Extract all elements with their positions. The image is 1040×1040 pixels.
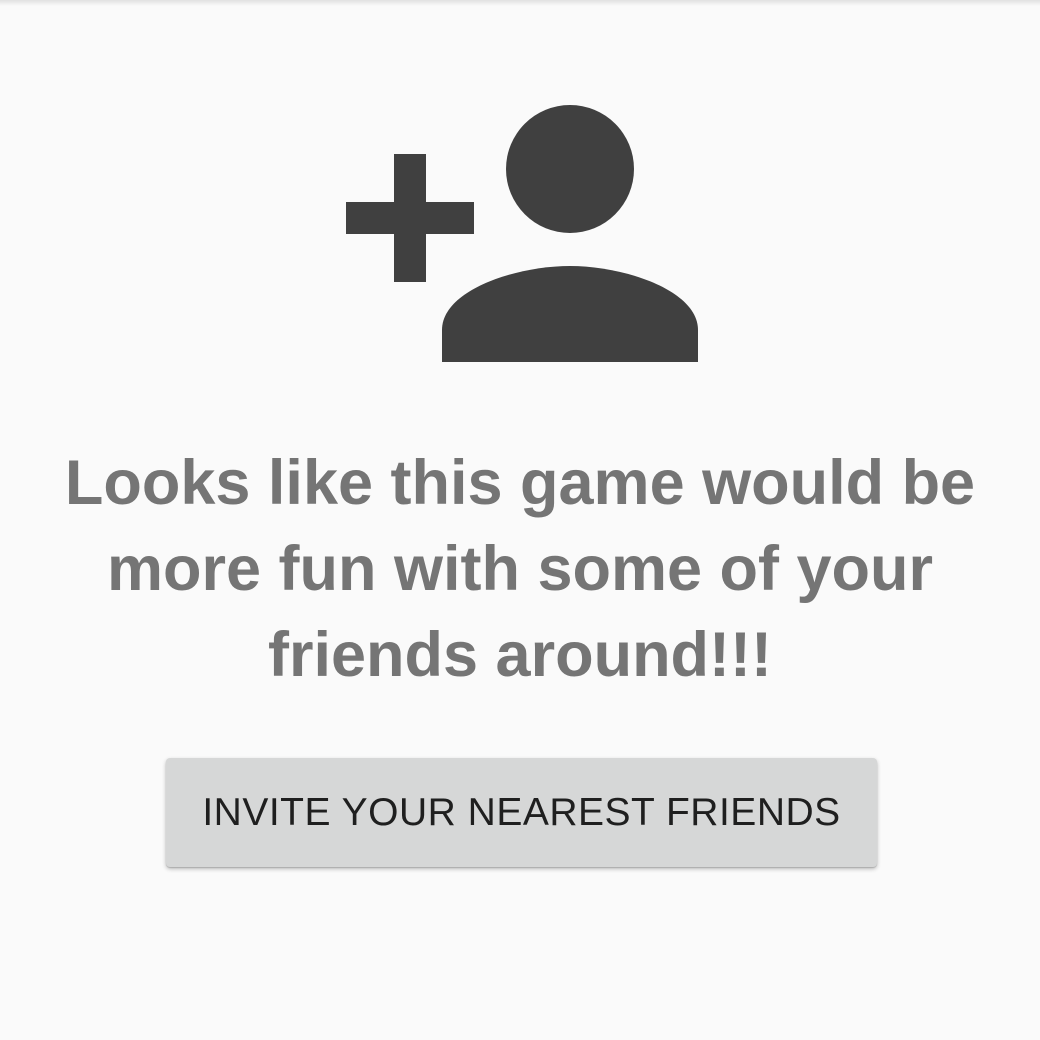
app-bar-shadow xyxy=(0,0,1040,6)
empty-state-message: Looks like this game would be more fun w… xyxy=(64,448,976,690)
person-add-icon xyxy=(346,105,698,362)
invite-friends-button[interactable]: INVITE YOUR NEAREST FRIENDS xyxy=(166,758,877,867)
empty-state-screen: Looks like this game would be more fun w… xyxy=(0,0,1040,1040)
